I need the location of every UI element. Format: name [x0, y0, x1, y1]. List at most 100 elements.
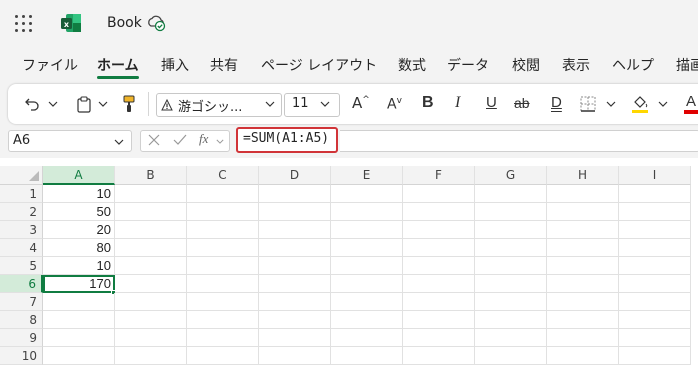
cell-d6[interactable]: [259, 275, 331, 293]
italic-icon[interactable]: I: [455, 94, 460, 112]
cell-a7[interactable]: [43, 293, 115, 311]
cell-c4[interactable]: [187, 239, 259, 257]
cell-d10[interactable]: [259, 347, 331, 365]
cell-i9[interactable]: [619, 329, 691, 347]
document-title[interactable]: Book: [107, 15, 142, 31]
cell-b1[interactable]: [115, 185, 187, 203]
cell-f10[interactable]: [403, 347, 475, 365]
cell-g2[interactable]: [475, 203, 547, 221]
cell-h2[interactable]: [547, 203, 619, 221]
cell-g7[interactable]: [475, 293, 547, 311]
tab-review[interactable]: 校閲: [512, 55, 540, 75]
strikethrough-icon[interactable]: ab: [514, 95, 530, 111]
cell-a5[interactable]: 10: [43, 257, 115, 275]
cell-d1[interactable]: [259, 185, 331, 203]
cell-f8[interactable]: [403, 311, 475, 329]
tab-insert[interactable]: 挿入: [161, 55, 189, 75]
cell-d8[interactable]: [259, 311, 331, 329]
cell-b10[interactable]: [115, 347, 187, 365]
row-header-5[interactable]: 5: [0, 257, 43, 275]
cell-c10[interactable]: [187, 347, 259, 365]
increase-font-icon[interactable]: A^: [352, 94, 370, 112]
cell-i1[interactable]: [619, 185, 691, 203]
cell-b9[interactable]: [115, 329, 187, 347]
cell-d2[interactable]: [259, 203, 331, 221]
bold-icon[interactable]: B: [422, 94, 434, 112]
cell-f7[interactable]: [403, 293, 475, 311]
formula-input-area[interactable]: [340, 130, 698, 152]
cell-d3[interactable]: [259, 221, 331, 239]
cell-f2[interactable]: [403, 203, 475, 221]
undo-icon[interactable]: [22, 84, 42, 124]
tab-home[interactable]: ホーム: [97, 55, 139, 75]
cell-a4[interactable]: 80: [43, 239, 115, 257]
cell-e10[interactable]: [331, 347, 403, 365]
tab-data[interactable]: データ: [447, 55, 489, 75]
tab-help[interactable]: ヘルプ: [612, 55, 654, 75]
underline-icon[interactable]: U: [486, 94, 497, 111]
enter-check-icon[interactable]: [173, 134, 187, 146]
cell-f6[interactable]: [403, 275, 475, 293]
column-header-c[interactable]: C: [187, 166, 259, 185]
cell-g1[interactable]: [475, 185, 547, 203]
font-name-chevron-icon[interactable]: [265, 101, 275, 107]
cell-b8[interactable]: [115, 311, 187, 329]
column-header-d[interactable]: D: [259, 166, 331, 185]
cell-g8[interactable]: [475, 311, 547, 329]
tab-page-layout[interactable]: ページ レイアウト: [261, 55, 377, 75]
cell-c5[interactable]: [187, 257, 259, 275]
row-header-8[interactable]: 8: [0, 311, 43, 329]
cell-c1[interactable]: [187, 185, 259, 203]
cell-c8[interactable]: [187, 311, 259, 329]
cell-f4[interactable]: [403, 239, 475, 257]
cell-e3[interactable]: [331, 221, 403, 239]
function-chevron-icon[interactable]: [216, 139, 224, 144]
cell-h9[interactable]: [547, 329, 619, 347]
column-header-f[interactable]: F: [403, 166, 475, 185]
column-header-b[interactable]: B: [115, 166, 187, 185]
cell-g6[interactable]: [475, 275, 547, 293]
cell-f5[interactable]: [403, 257, 475, 275]
row-header-9[interactable]: 9: [0, 329, 43, 347]
fill-color-chevron-icon[interactable]: [658, 101, 668, 107]
cell-f1[interactable]: [403, 185, 475, 203]
cell-a8[interactable]: [43, 311, 115, 329]
row-header-1[interactable]: 1: [0, 185, 43, 203]
tab-formulas[interactable]: 数式: [398, 55, 426, 75]
font-size-chevron-icon[interactable]: [320, 101, 330, 107]
cell-h5[interactable]: [547, 257, 619, 275]
undo-dropdown-chevron-icon[interactable]: [46, 84, 60, 124]
cell-a6[interactable]: 170: [43, 275, 115, 293]
font-color-icon[interactable]: A: [686, 93, 696, 110]
cell-i5[interactable]: [619, 257, 691, 275]
row-header-3[interactable]: 3: [0, 221, 43, 239]
select-all-corner[interactable]: [0, 166, 43, 185]
tab-file[interactable]: ファイル: [22, 55, 78, 75]
column-header-i[interactable]: I: [619, 166, 691, 185]
cell-b4[interactable]: [115, 239, 187, 257]
cell-h3[interactable]: [547, 221, 619, 239]
format-painter-icon[interactable]: [120, 84, 138, 124]
tab-view[interactable]: 表示: [562, 55, 590, 75]
cell-e4[interactable]: [331, 239, 403, 257]
cell-e8[interactable]: [331, 311, 403, 329]
cell-e7[interactable]: [331, 293, 403, 311]
cell-i10[interactable]: [619, 347, 691, 365]
cell-h1[interactable]: [547, 185, 619, 203]
cell-g10[interactable]: [475, 347, 547, 365]
cell-e1[interactable]: [331, 185, 403, 203]
cell-a9[interactable]: [43, 329, 115, 347]
borders-chevron-icon[interactable]: [606, 101, 616, 107]
name-box-chevron-icon[interactable]: [114, 139, 124, 145]
decrease-font-icon[interactable]: Av: [387, 96, 402, 113]
row-header-10[interactable]: 10: [0, 347, 43, 365]
row-header-2[interactable]: 2: [0, 203, 43, 221]
cell-h10[interactable]: [547, 347, 619, 365]
cell-h7[interactable]: [547, 293, 619, 311]
cell-c3[interactable]: [187, 221, 259, 239]
cell-i7[interactable]: [619, 293, 691, 311]
cell-e2[interactable]: [331, 203, 403, 221]
cell-i3[interactable]: [619, 221, 691, 239]
cancel-icon[interactable]: [148, 134, 160, 146]
cell-a10[interactable]: [43, 347, 115, 365]
